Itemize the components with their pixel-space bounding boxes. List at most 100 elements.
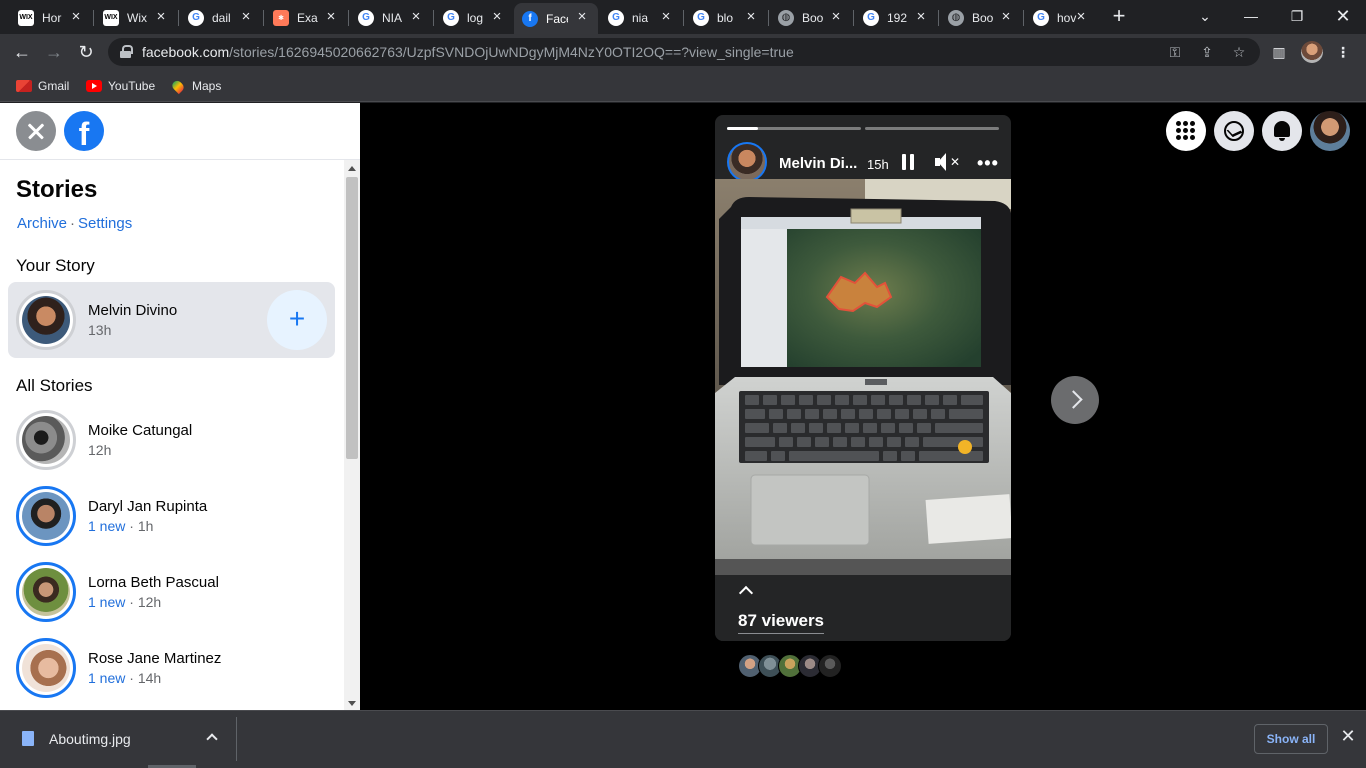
bookmark-youtube[interactable]: YouTube [86, 77, 155, 95]
tab-title: nia [632, 10, 649, 25]
close-stories-button[interactable] [16, 111, 56, 151]
address-bar[interactable]: facebook.com/stories/1626945020662763/Uz… [108, 38, 1260, 66]
close-download-bar-icon[interactable]: ✕ [1339, 727, 1357, 745]
close-tab-icon[interactable]: × [323, 9, 339, 25]
restore-button[interactable]: ❐ [1285, 4, 1309, 28]
story-time: 13h [88, 322, 112, 338]
story-author-name[interactable]: Melvin Di... [779, 155, 857, 172]
close-tab-icon[interactable]: × [408, 9, 424, 25]
close-window-button[interactable]: ✕ [1331, 4, 1355, 28]
add-story-button[interactable]: + [267, 290, 327, 350]
tab-wix[interactable]: WIX Wix × [95, 3, 177, 32]
story-footer[interactable]: 87 viewers [715, 575, 1011, 641]
new-tab-button[interactable]: + [1108, 5, 1130, 28]
sidebar-scroll-area[interactable]: Stories Archive · Settings Your Story Melv… [0, 160, 344, 710]
tab-hov[interactable]: G hov × [1025, 3, 1097, 32]
muted-speaker-icon[interactable]: ✕ [935, 153, 961, 171]
profile-avatar[interactable] [1301, 41, 1323, 63]
messenger-icon [1224, 121, 1244, 141]
tab-boo-2[interactable]: ◍ Boo × [940, 3, 1022, 32]
avatar [22, 644, 70, 692]
close-tab-icon[interactable]: × [998, 9, 1014, 25]
google-icon: G [1033, 9, 1049, 26]
close-tab-icon[interactable]: × [913, 9, 929, 25]
google-icon: G [188, 9, 204, 26]
laptop-photo-image [715, 179, 1011, 575]
all-stories-heading: All Stories [16, 376, 93, 395]
url-text[interactable]: facebook.com/stories/1626945020662763/Uz… [142, 44, 794, 60]
pause-icon[interactable] [901, 154, 915, 170]
tab-dail[interactable]: G dail × [180, 3, 262, 32]
menu-button[interactable] [1166, 111, 1206, 151]
close-tab-icon[interactable]: × [658, 9, 674, 25]
story-ring [16, 638, 76, 698]
list-item[interactable]: Lorna Beth Pascual 1 new · 12h [8, 556, 335, 624]
download-filename[interactable]: Aboutimg.jpg [49, 731, 131, 747]
tab-boo[interactable]: ◍ Boo × [770, 3, 852, 32]
sidebar-scrollbar[interactable] [344, 160, 360, 710]
bookmark-star-icon[interactable]: ☆ [1230, 43, 1248, 61]
share-icon[interactable]: ⇪ [1198, 43, 1216, 61]
close-tab-icon[interactable]: × [574, 9, 590, 25]
facebook-logo-icon[interactable]: f [64, 111, 104, 151]
settings-link[interactable]: Settings [78, 215, 132, 232]
archive-link[interactable]: Archive [17, 215, 67, 232]
side-panel-icon[interactable]: ▥ [1269, 42, 1289, 62]
tab-title: 192 [887, 10, 908, 25]
kebab-menu-icon[interactable]: ⋮ [1333, 42, 1353, 62]
maps-icon [170, 78, 186, 94]
list-item[interactable]: Moike Catungal 12h [8, 404, 335, 472]
messenger-button[interactable] [1214, 111, 1254, 151]
story-author-avatar[interactable] [727, 142, 767, 182]
close-tab-icon[interactable]: × [743, 9, 759, 25]
close-tab-icon[interactable]: × [489, 9, 505, 25]
tab-exa[interactable]: ✱ Exa × [265, 3, 347, 32]
viewer-avatars[interactable] [738, 654, 848, 678]
notifications-button[interactable] [1262, 111, 1302, 151]
tab-search-chevron-icon[interactable]: ⌄ [1193, 4, 1217, 28]
story-ring [16, 486, 76, 546]
bookmark-maps[interactable]: Maps [170, 77, 221, 95]
minimize-button[interactable]: — [1239, 4, 1263, 28]
tab-blo[interactable]: G blo × [685, 3, 767, 32]
tab-hor[interactable]: WIX Hor × [10, 3, 92, 32]
sidebar-header: f [0, 103, 360, 160]
close-tab-icon[interactable]: × [68, 9, 84, 25]
more-options-icon[interactable]: ••• [977, 153, 999, 174]
key-icon[interactable]: ⚿ [1166, 43, 1184, 61]
viewers-count[interactable]: 87 viewers [738, 611, 825, 634]
chevron-up-icon[interactable] [738, 585, 754, 601]
story-progress-segment [865, 127, 999, 130]
tab-nia-2[interactable]: G nia × [600, 3, 682, 32]
scrollbar-thumb[interactable] [346, 177, 358, 459]
tab-nia[interactable]: G NIA × [350, 3, 432, 32]
back-button[interactable]: ← [9, 39, 35, 65]
tab-log[interactable]: G log × [435, 3, 513, 32]
forward-button[interactable]: → [41, 39, 67, 65]
close-tab-icon[interactable]: × [828, 9, 844, 25]
tab-192[interactable]: G 192 × [855, 3, 937, 32]
close-tab-icon[interactable]: × [238, 9, 254, 25]
next-story-button[interactable] [1051, 376, 1099, 424]
bookmark-gmail[interactable]: Gmail [16, 77, 69, 95]
list-item[interactable]: Daryl Jan Rupinta 1 new · 1h [8, 480, 335, 548]
wix-icon: WIX [18, 9, 34, 26]
close-tab-icon[interactable]: × [1073, 9, 1089, 25]
avatar [818, 654, 842, 678]
your-story-item[interactable]: Melvin Divino 13h + [8, 282, 335, 358]
lock-icon[interactable] [120, 45, 133, 58]
show-all-button[interactable]: Show all [1254, 724, 1328, 754]
gmail-icon [16, 80, 32, 92]
reload-button[interactable]: ↻ [73, 39, 99, 65]
chevron-up-icon[interactable] [206, 733, 218, 745]
google-icon: G [608, 9, 624, 26]
story-viewer[interactable]: Melvin Di... 15h ✕ ••• 87 viewers [715, 115, 1011, 641]
story-ring [16, 410, 76, 470]
tab-facebook[interactable]: f Face × [514, 3, 598, 34]
account-avatar[interactable] [1310, 111, 1350, 151]
link-separator: · [70, 215, 76, 232]
scroll-down-arrow-icon[interactable] [348, 701, 356, 706]
scroll-up-arrow-icon[interactable] [348, 166, 356, 171]
list-item[interactable]: Rose Jane Martinez 1 new · 14h [8, 632, 335, 700]
close-tab-icon[interactable]: × [153, 9, 169, 25]
